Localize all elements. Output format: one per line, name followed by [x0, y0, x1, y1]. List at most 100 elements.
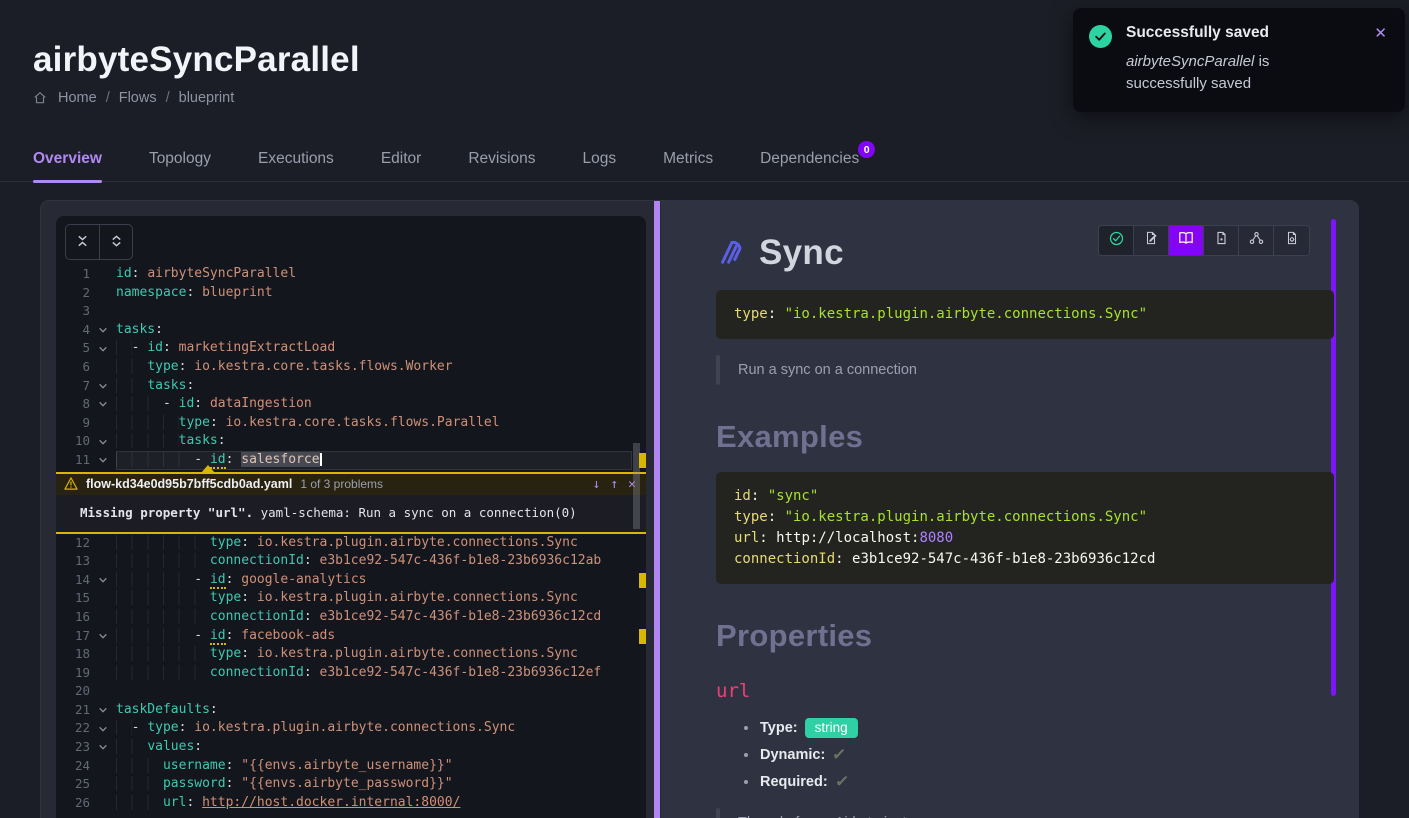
- fold-chevron-icon[interactable]: [90, 395, 116, 414]
- code-token: "{{envs.airbyte_password}}": [241, 776, 452, 791]
- toast-close-icon[interactable]: ✕: [1374, 24, 1387, 41]
- tab-dependencies[interactable]: Dependencies0: [760, 150, 859, 181]
- editor-line-25[interactable]: 25 password: "{{envs.airbyte_password}}": [56, 775, 646, 794]
- file-button[interactable]: [1204, 226, 1239, 255]
- editor-line-26[interactable]: 26 url: http://host.docker.internal:8000…: [56, 794, 646, 813]
- editor-line-11[interactable]: 11 - id: salesforce: [56, 451, 646, 470]
- editor-line-13[interactable]: 13 connectionId: e3b1ce92-547c-436f-b1e8…: [56, 552, 646, 571]
- editor-line-10[interactable]: 10 tasks:: [56, 432, 646, 451]
- indent-guides: [116, 665, 210, 680]
- tab-overview[interactable]: Overview: [33, 150, 102, 181]
- fold-gutter: [90, 265, 116, 284]
- fold-chevron-icon[interactable]: [90, 432, 116, 451]
- type-code-block: type: "io.kestra.plugin.airbyte.connecti…: [716, 290, 1334, 339]
- previous-problem-icon[interactable]: ↑: [610, 477, 618, 492]
- book-open-button[interactable]: [1169, 226, 1204, 255]
- breadcrumb-flows[interactable]: Flows: [119, 90, 157, 106]
- editor-line-1[interactable]: 1id: airbyteSyncParallel: [56, 265, 646, 284]
- editor-line-4[interactable]: 4tasks:: [56, 321, 646, 340]
- file-icon: [1215, 231, 1228, 250]
- line-number: 24: [56, 757, 90, 776]
- editor-line-6[interactable]: 6 type: io.kestra.core.tasks.flows.Worke…: [56, 358, 646, 377]
- code-line: type: "io.kestra.plugin.airbyte.connecti…: [734, 507, 1316, 528]
- fold-chevron-icon[interactable]: [90, 571, 116, 590]
- code-token: :: [210, 415, 226, 430]
- editor-line-16[interactable]: 16 connectionId: e3b1ce92-547c-436f-b1e8…: [56, 608, 646, 627]
- example-code-block: id: "sync"type: "io.kestra.plugin.airbyt…: [716, 472, 1334, 584]
- editor-line-19[interactable]: 19 connectionId: e3b1ce92-547c-436f-b1e8…: [56, 664, 646, 683]
- code-token: google-analytics: [241, 572, 366, 587]
- tab-bar: Overview Topology Executions Editor Revision…: [0, 142, 1409, 182]
- breadcrumb-namespace[interactable]: blueprint: [179, 90, 235, 106]
- code-token: :: [226, 776, 242, 791]
- file-cog-button[interactable]: [1274, 226, 1309, 255]
- editor-line-24[interactable]: 24 username: "{{envs.airbyte_username}}": [56, 757, 646, 776]
- editor-line-12[interactable]: 12 type: io.kestra.plugin.airbyte.connec…: [56, 534, 646, 553]
- tab-executions[interactable]: Executions: [258, 150, 334, 181]
- home-icon[interactable]: [33, 91, 47, 105]
- editor-line-15[interactable]: 15 type: io.kestra.plugin.airbyte.connec…: [56, 589, 646, 608]
- problem-message[interactable]: Missing property "url". yaml-schema: Run…: [56, 495, 646, 532]
- editor-line-18[interactable]: 18 type: io.kestra.plugin.airbyte.connec…: [56, 645, 646, 664]
- editor-line-2[interactable]: 2namespace: blueprint: [56, 284, 646, 303]
- code-token: io.kestra.plugin.airbyte.connections.Syn…: [257, 646, 578, 661]
- tab-metrics[interactable]: Metrics: [663, 150, 713, 181]
- indent-guides: [116, 415, 179, 430]
- tab-logs[interactable]: Logs: [583, 150, 617, 181]
- panel-resize-handle[interactable]: [654, 201, 660, 818]
- file-edit-icon: [1144, 231, 1158, 250]
- code-token: :: [186, 285, 202, 300]
- editor-line-3[interactable]: 3: [56, 302, 646, 321]
- tab-topology[interactable]: Topology: [149, 150, 211, 181]
- file-edit-button[interactable]: [1134, 226, 1169, 255]
- fold-chevron-icon[interactable]: [90, 738, 116, 757]
- code-token: :: [304, 609, 320, 624]
- editor-line-20[interactable]: 20: [56, 682, 646, 701]
- fold-chevron-icon[interactable]: [90, 377, 116, 396]
- fold-chevron-icon[interactable]: [90, 719, 116, 738]
- breadcrumb-home[interactable]: Home: [58, 90, 97, 106]
- next-problem-icon[interactable]: ↓: [593, 477, 601, 492]
- tab-editor[interactable]: Editor: [381, 150, 422, 181]
- fold-chevron-icon[interactable]: [90, 627, 116, 646]
- collapse-all-button[interactable]: [65, 224, 99, 260]
- code-token: :: [186, 795, 202, 810]
- editor-line-5[interactable]: 5 - id: marketingExtractLoad: [56, 339, 646, 358]
- flow-overview-card: 1id: airbyteSyncParallel2namespace: blue…: [40, 200, 1359, 818]
- fold-chevron-icon[interactable]: [90, 339, 116, 358]
- code-token: -: [132, 340, 148, 355]
- property-attribute-row: Dynamic:✓: [760, 745, 1332, 765]
- code-token: marketingExtractLoad: [179, 340, 336, 355]
- indent-guides: [116, 776, 163, 791]
- editor-line-22[interactable]: 22 - type: io.kestra.plugin.airbyte.conn…: [56, 719, 646, 738]
- code-token: :: [132, 266, 148, 281]
- expand-all-button[interactable]: [99, 224, 133, 260]
- editor-line-17[interactable]: 17 - id: facebook-ads: [56, 627, 646, 646]
- editor-line-23[interactable]: 23 values:: [56, 738, 646, 757]
- line-number: 10: [56, 432, 90, 451]
- code-token: facebook-ads: [241, 628, 335, 643]
- editor-line-8[interactable]: 8 - id: dataIngestion: [56, 395, 646, 414]
- editor-line-9[interactable]: 9 type: io.kestra.core.tasks.flows.Paral…: [56, 414, 646, 433]
- code-token: id: [116, 266, 132, 281]
- editor-line-7[interactable]: 7 tasks:: [56, 377, 646, 396]
- line-number: 26: [56, 794, 90, 813]
- editor-line-21[interactable]: 21taskDefaults:: [56, 701, 646, 720]
- code-token: :: [186, 378, 194, 393]
- tab-revisions[interactable]: Revisions: [468, 150, 535, 181]
- overview-ruler[interactable]: [632, 216, 646, 818]
- line-number: 15: [56, 589, 90, 608]
- fold-chevron-icon[interactable]: [90, 701, 116, 720]
- graph-button[interactable]: [1239, 226, 1274, 255]
- fold-chevron-icon[interactable]: [90, 321, 116, 340]
- check-circle-button[interactable]: [1099, 226, 1134, 255]
- code-token: :: [241, 646, 257, 661]
- plugin-description: Run a sync on a connection: [716, 355, 1332, 385]
- examples-heading: Examples: [716, 419, 1332, 455]
- fold-chevron-icon[interactable]: [90, 451, 116, 470]
- line-number: 17: [56, 627, 90, 646]
- editor-line-14[interactable]: 14 - id: google-analytics: [56, 571, 646, 590]
- code-area[interactable]: 1id: airbyteSyncParallel2namespace: blue…: [56, 265, 646, 812]
- yaml-editor[interactable]: 1id: airbyteSyncParallel2namespace: blue…: [56, 216, 646, 818]
- code-token: type: [210, 590, 241, 605]
